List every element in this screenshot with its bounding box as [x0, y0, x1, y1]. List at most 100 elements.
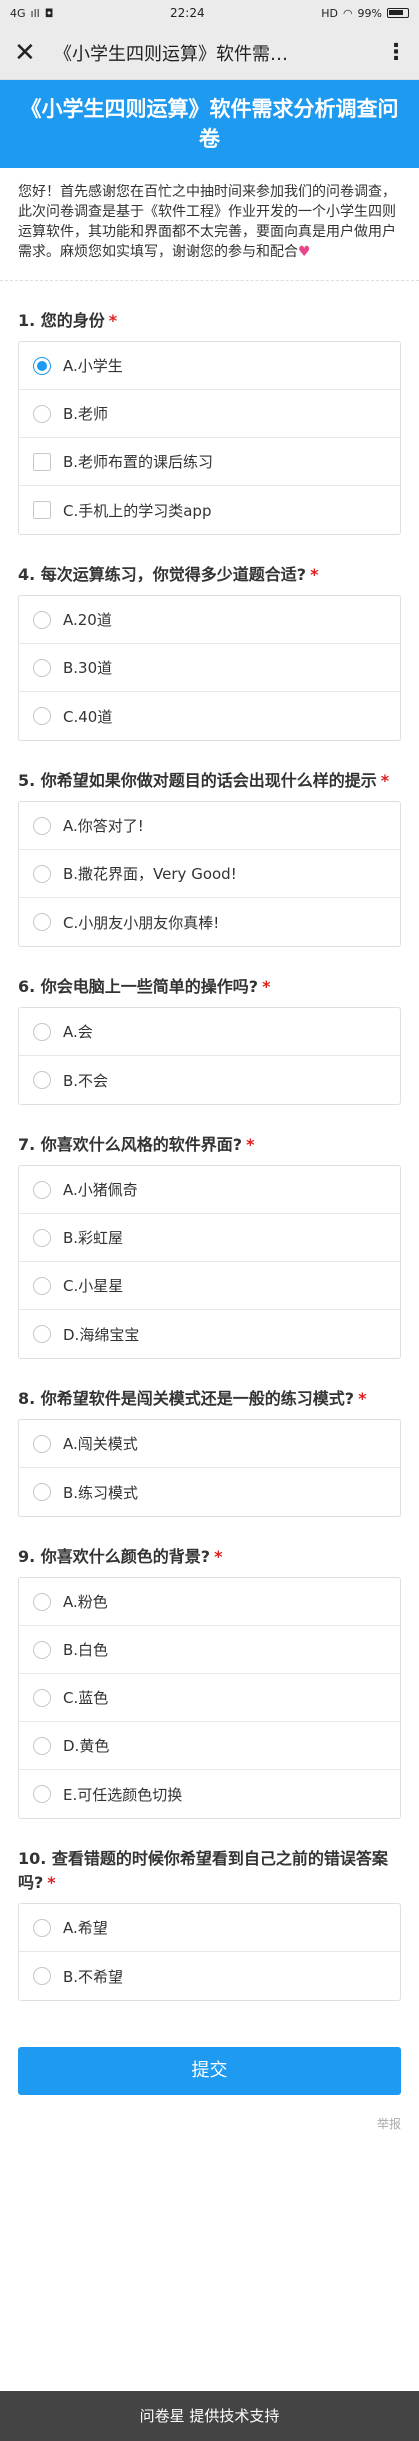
question-block: 7. 你喜欢什么风格的软件界面? * A.小猪佩奇 B.彩虹屋 C.小星星 D.海绵宝宝	[0, 1105, 419, 1359]
option-item[interactable]: A.20道	[19, 596, 400, 644]
option-label: B.老师	[63, 405, 109, 423]
radio-icon[interactable]	[33, 1967, 51, 1985]
option-list: A.小猪佩奇 B.彩虹屋 C.小星星 D.海绵宝宝	[18, 1165, 401, 1359]
option-item[interactable]: B.彩虹屋	[19, 1214, 400, 1262]
option-item[interactable]: B.不会	[19, 1056, 400, 1104]
checkbox-icon[interactable]	[33, 452, 51, 471]
option-item[interactable]: C.手机上的学习类app	[19, 486, 400, 534]
option-item[interactable]: B.老师	[19, 390, 400, 438]
radio-icon[interactable]	[33, 1688, 51, 1707]
radio-icon[interactable]	[33, 1736, 51, 1755]
report-link[interactable]: 举报	[377, 2117, 401, 2131]
wifi-icon: ◠	[342, 6, 353, 20]
option-item[interactable]: E.可任选颜色切换	[19, 1770, 400, 1818]
required-marker: *	[108, 311, 118, 330]
radio-icon[interactable]	[33, 1785, 51, 1803]
option-item[interactable]: A.闯关模式	[19, 1420, 400, 1468]
option-label: B.白色	[63, 1641, 109, 1659]
question-block: 8. 你希望软件是闯关模式还是一般的练习模式? * A.闯关模式 B.练习模式	[0, 1359, 419, 1517]
question-title: 8. 你希望软件是闯关模式还是一般的练习模式? *	[18, 1359, 401, 1419]
option-list: A.你答对了! B.撒花界面，Very Good! C.小朋友小朋友你真棒!	[18, 801, 401, 947]
hd-indicator: HD	[321, 6, 338, 20]
survey-title: 《小学生四则运算》软件需求分析调查问卷	[20, 97, 399, 151]
question-list: 1. 您的身份 * A.小学生 B.老师 B.老师布置的课后练习 C.手机上的学习类app…	[0, 281, 419, 2001]
option-item[interactable]: C.小朋友小朋友你真棒!	[19, 898, 400, 946]
radio-icon[interactable]	[33, 610, 51, 629]
survey-banner: 《小学生四则运算》软件需求分析调查问卷	[0, 80, 419, 168]
option-item[interactable]: B.30道	[19, 644, 400, 692]
option-item[interactable]: A.粉色	[19, 1578, 400, 1626]
option-label: D.海绵宝宝	[63, 1325, 140, 1344]
option-list: A.会 B.不会	[18, 1007, 401, 1105]
radio-icon[interactable]	[33, 1022, 51, 1041]
question-title: 6. 你会电脑上一些简单的操作吗? *	[18, 947, 401, 1007]
option-label: A.小学生	[63, 357, 123, 375]
option-list: A.闯关模式 B.练习模式	[18, 1419, 401, 1517]
radio-icon[interactable]	[33, 1071, 51, 1089]
radio-icon[interactable]	[33, 658, 51, 677]
heart-icon: ♥	[298, 244, 311, 260]
question-title-text: 6. 你会电脑上一些简单的操作吗?	[18, 977, 259, 996]
radio-icon[interactable]	[33, 707, 51, 725]
option-item[interactable]: D.黄色	[19, 1722, 400, 1770]
notification-icon: ◘	[44, 6, 54, 20]
radio-icon[interactable]	[33, 1325, 51, 1343]
option-label: C.手机上的学习类app	[63, 501, 212, 520]
option-label: A.小猪佩奇	[63, 1181, 138, 1199]
option-item[interactable]: B.撒花界面，Very Good!	[19, 850, 400, 898]
radio-icon[interactable]	[33, 1276, 51, 1295]
nav-bar: ✕ 《小学生四则运算》软件需… ⋮	[0, 26, 419, 80]
option-item[interactable]: A.你答对了!	[19, 802, 400, 850]
radio-checked-icon[interactable]	[33, 356, 51, 375]
radio-icon[interactable]	[33, 1640, 51, 1659]
radio-icon[interactable]	[33, 1592, 51, 1611]
radio-icon[interactable]	[33, 1228, 51, 1247]
more-vertical-icon[interactable]: ⋮	[385, 40, 407, 65]
radio-icon[interactable]	[33, 404, 51, 423]
question-block: 10. 查看错题的时候你希望看到自己之前的错误答案吗? * A.希望 B.不希望	[0, 1819, 419, 2001]
option-item[interactable]: A.小学生	[19, 342, 400, 390]
submit-area: 提交	[0, 2001, 419, 2095]
status-bar: 4G ıll ◘ 22:24 HD ◠ 99%	[0, 0, 419, 26]
nav-title: 《小学生四则运算》软件需…	[54, 43, 288, 65]
checkbox-icon[interactable]	[33, 501, 51, 519]
signal-bars-icon: ıll	[30, 6, 40, 20]
option-item[interactable]: D.海绵宝宝	[19, 1310, 400, 1358]
option-item[interactable]: B.练习模式	[19, 1468, 400, 1516]
required-marker: *	[246, 1135, 255, 1154]
radio-icon[interactable]	[33, 1918, 51, 1937]
radio-icon[interactable]	[33, 864, 51, 883]
option-list: A.粉色 B.白色 C.蓝色 D.黄色 E.可任选颜色切换	[18, 1577, 401, 1819]
option-item[interactable]: A.小猪佩奇	[19, 1166, 400, 1214]
intro-text: 您好！首先感谢您在百忙之中抽时间来参加我们的问卷调查，此次问卷调查是基于《软件工…	[18, 184, 396, 260]
option-item[interactable]: B.不希望	[19, 1952, 400, 2000]
battery-icon	[387, 8, 409, 18]
radio-icon[interactable]	[33, 1180, 51, 1199]
radio-icon[interactable]	[33, 913, 51, 931]
option-label: B.不希望	[63, 1967, 124, 1986]
question-block: 1. 您的身份 * A.小学生 B.老师 B.老师布置的课后练习 C.手机上的学习类app	[0, 281, 419, 535]
option-item[interactable]: C.蓝色	[19, 1674, 400, 1722]
question-block: 6. 你会电脑上一些简单的操作吗? * A.会 B.不会	[0, 947, 419, 1105]
question-block: 9. 你喜欢什么颜色的背景? * A.粉色 B.白色 C.蓝色 D.黄色 E.可任选颜色切换	[0, 1517, 419, 1819]
radio-icon[interactable]	[33, 1434, 51, 1453]
option-label: B.不会	[63, 1071, 109, 1090]
radio-icon[interactable]	[33, 816, 51, 835]
option-item[interactable]: C.小星星	[19, 1262, 400, 1310]
option-label: C.小星星	[63, 1277, 124, 1295]
option-item[interactable]: A.会	[19, 1008, 400, 1056]
radio-icon[interactable]	[33, 1483, 51, 1501]
question-title-text: 5. 你希望如果你做对题目的话会出现什么样的提示	[18, 771, 377, 790]
question-title-text: 8. 你希望软件是闯关模式还是一般的练习模式?	[18, 1389, 355, 1408]
option-label: A.希望	[63, 1919, 108, 1937]
option-item[interactable]: B.老师布置的课后练习	[19, 438, 400, 486]
option-item[interactable]: A.希望	[19, 1904, 400, 1952]
option-label: A.粉色	[63, 1593, 108, 1611]
option-item[interactable]: C.40道	[19, 692, 400, 740]
submit-button[interactable]: 提交	[18, 2047, 401, 2095]
option-item[interactable]: B.白色	[19, 1626, 400, 1674]
close-icon[interactable]: ✕	[14, 38, 54, 68]
required-marker: *	[47, 1873, 56, 1892]
required-marker: *	[214, 1547, 223, 1566]
option-label: C.小朋友小朋友你真棒!	[63, 913, 220, 932]
